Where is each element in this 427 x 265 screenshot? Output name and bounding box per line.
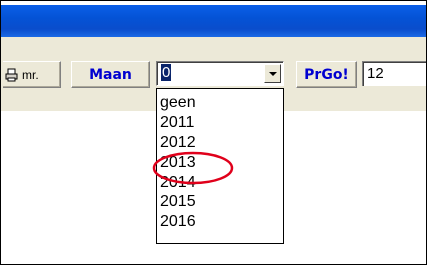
title-bar — [1, 5, 426, 37]
print-button-label: mr. — [22, 67, 39, 82]
dropdown-option-2011[interactable]: 2011 — [157, 113, 283, 133]
maan-button-label: Maan — [89, 66, 132, 83]
number-input[interactable]: 12 — [362, 61, 426, 86]
dropdown-option-2014[interactable]: 2014 — [157, 173, 283, 193]
printer-icon — [5, 68, 19, 82]
dropdown-option-2013[interactable]: 2013 — [157, 153, 283, 173]
app-window: mr. Maan 0 PrGo! 12 geen 2011 2012 2013 … — [0, 0, 427, 265]
dropdown-option-2015[interactable]: 2015 — [157, 192, 283, 212]
prgo-button[interactable]: PrGo! — [296, 61, 357, 88]
prgo-button-label: PrGo! — [304, 66, 349, 83]
dropdown-arrow-icon[interactable] — [264, 64, 281, 83]
year-combobox-value: 0 — [161, 64, 172, 81]
year-dropdown-list: geen 2011 2012 2013 2014 2015 2016 — [156, 88, 284, 244]
dropdown-option-2012[interactable]: 2012 — [157, 133, 283, 153]
dropdown-option-geen[interactable]: geen — [157, 93, 283, 113]
maan-button[interactable]: Maan — [71, 61, 150, 88]
dropdown-option-2016[interactable]: 2016 — [157, 212, 283, 232]
year-combobox[interactable]: 0 — [156, 61, 284, 86]
print-button[interactable]: mr. — [3, 61, 61, 88]
